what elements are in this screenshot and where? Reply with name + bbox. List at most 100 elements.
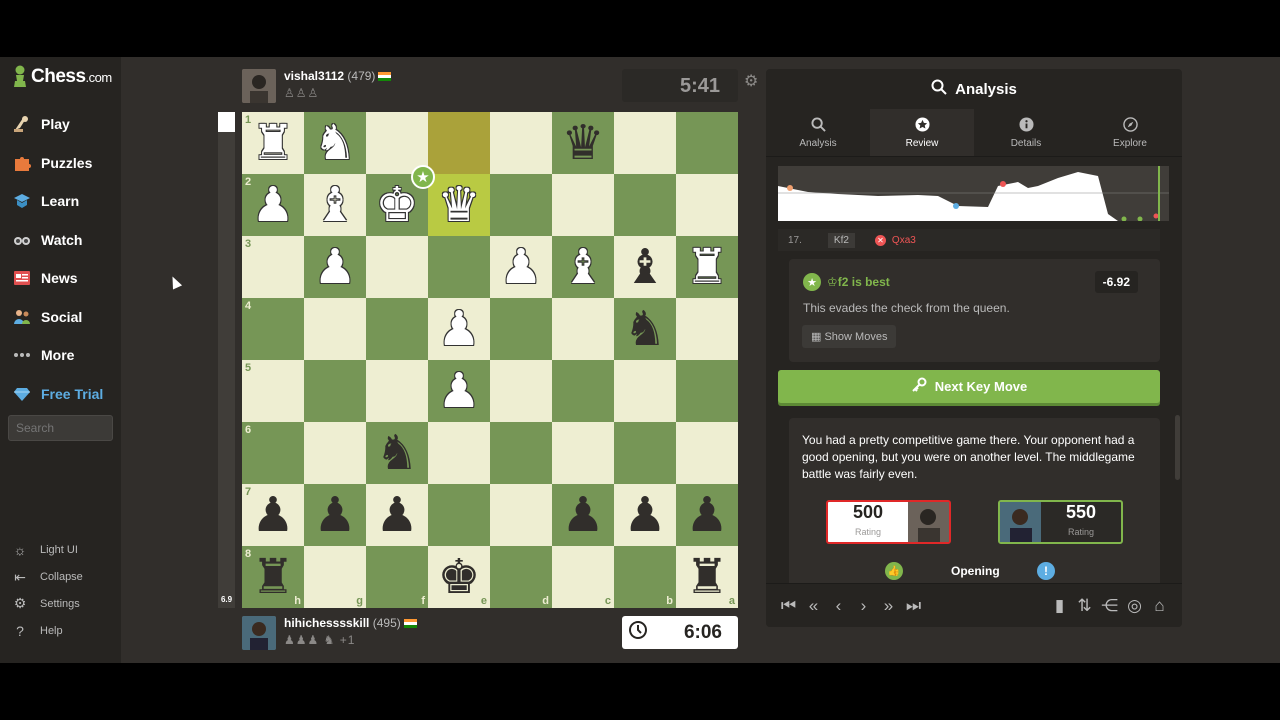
move-black[interactable]: ✕ Qxa3 bbox=[874, 234, 916, 246]
avatar[interactable] bbox=[242, 616, 276, 650]
chess-piece[interactable]: ♞ bbox=[304, 112, 366, 174]
target-icon[interactable]: ◎ bbox=[1122, 596, 1147, 616]
square-a4[interactable] bbox=[676, 298, 738, 360]
square-e8[interactable]: e ♚ bbox=[428, 546, 490, 608]
square-e6[interactable] bbox=[428, 422, 490, 484]
nav-watch[interactable]: Watch bbox=[0, 221, 121, 260]
square-f4[interactable] bbox=[366, 298, 428, 360]
evaluation-graph[interactable] bbox=[778, 166, 1169, 221]
move-white[interactable]: Kf2 bbox=[827, 232, 855, 248]
square-e1[interactable] bbox=[428, 112, 490, 174]
tab-analysis[interactable]: Analysis bbox=[766, 109, 870, 156]
next-move-icon[interactable]: › bbox=[851, 596, 876, 616]
chess-piece[interactable]: ♝ bbox=[614, 236, 676, 298]
first-move-icon[interactable]: ⏮ bbox=[776, 596, 801, 616]
square-e7[interactable] bbox=[428, 484, 490, 546]
square-c6[interactable] bbox=[552, 422, 614, 484]
next-key-move-button[interactable]: Next Key Move bbox=[778, 370, 1160, 403]
square-a3[interactable]: ♜ bbox=[676, 236, 738, 298]
square-h5[interactable]: 5 bbox=[242, 360, 304, 422]
square-h8[interactable]: 8 h ♜ bbox=[242, 546, 304, 608]
square-g6[interactable] bbox=[304, 422, 366, 484]
collapse-button[interactable]: ⇤ Collapse bbox=[0, 564, 121, 591]
show-moves-button[interactable]: ▦ Show Moves bbox=[802, 325, 897, 348]
square-e5[interactable]: ♟ bbox=[428, 360, 490, 422]
tab-details[interactable]: Details bbox=[974, 109, 1078, 156]
square-d8[interactable]: d bbox=[490, 546, 552, 608]
square-e3[interactable] bbox=[428, 236, 490, 298]
square-a7[interactable]: ♟ bbox=[676, 484, 738, 546]
nav-social[interactable]: Social bbox=[0, 298, 121, 337]
square-f5[interactable] bbox=[366, 360, 428, 422]
square-a8[interactable]: a ♜ bbox=[676, 546, 738, 608]
square-g7[interactable]: ♟ bbox=[304, 484, 366, 546]
square-d5[interactable] bbox=[490, 360, 552, 422]
chess-piece[interactable]: ♜ bbox=[676, 236, 738, 298]
square-b3[interactable]: ♝ bbox=[614, 236, 676, 298]
square-e2[interactable]: ♛ bbox=[428, 174, 490, 236]
chess-piece[interactable]: ♟ bbox=[552, 484, 614, 546]
square-c4[interactable] bbox=[552, 298, 614, 360]
chess-piece[interactable]: ♟ bbox=[428, 298, 490, 360]
panel-scrollbar[interactable] bbox=[1175, 415, 1180, 480]
square-d4[interactable] bbox=[490, 298, 552, 360]
nav-play[interactable]: Play bbox=[0, 105, 121, 144]
chess-piece[interactable]: ♜ bbox=[242, 546, 304, 608]
square-c1[interactable]: ♛ bbox=[552, 112, 614, 174]
square-e4[interactable]: ♟ bbox=[428, 298, 490, 360]
square-a2[interactable] bbox=[676, 174, 738, 236]
light-ui-toggle[interactable]: ☼ Light UI bbox=[0, 537, 121, 564]
chess-logo[interactable]: Chess .com bbox=[12, 65, 112, 89]
nav-puzzles[interactable]: Puzzles bbox=[0, 144, 121, 183]
chess-piece[interactable]: ♟ bbox=[676, 484, 738, 546]
chess-piece[interactable]: ♟ bbox=[242, 484, 304, 546]
bar-chart-icon[interactable]: ▮ bbox=[1047, 596, 1072, 616]
chess-piece[interactable]: ♞ bbox=[614, 298, 676, 360]
square-d3[interactable]: ♟ bbox=[490, 236, 552, 298]
square-b6[interactable] bbox=[614, 422, 676, 484]
chess-piece[interactable]: ♟ bbox=[614, 484, 676, 546]
square-g3[interactable]: ♟ bbox=[304, 236, 366, 298]
square-d7[interactable] bbox=[490, 484, 552, 546]
nav-free-trial[interactable]: Free Trial bbox=[0, 375, 121, 414]
square-g5[interactable] bbox=[304, 360, 366, 422]
square-d1[interactable] bbox=[490, 112, 552, 174]
search-input[interactable] bbox=[8, 415, 113, 441]
square-f6[interactable]: ♞ bbox=[366, 422, 428, 484]
chess-piece[interactable]: ♟ bbox=[366, 484, 428, 546]
square-h4[interactable]: 4 bbox=[242, 298, 304, 360]
chess-piece[interactable]: ♜ bbox=[676, 546, 738, 608]
chess-piece[interactable]: ♟ bbox=[242, 174, 304, 236]
square-d2[interactable] bbox=[490, 174, 552, 236]
square-b2[interactable] bbox=[614, 174, 676, 236]
chess-piece[interactable]: ♛ bbox=[552, 112, 614, 174]
square-c5[interactable] bbox=[552, 360, 614, 422]
chess-piece[interactable]: ♜ bbox=[242, 112, 304, 174]
square-c3[interactable]: ♝ bbox=[552, 236, 614, 298]
square-a5[interactable] bbox=[676, 360, 738, 422]
nav-learn[interactable]: Learn bbox=[0, 182, 121, 221]
chess-board[interactable]: 1 ♜ ♞ ♛ 2 ♟ ♝ ♚ ♛ 3 ♟ ♟ ♝ ♝ ♜ 4 ♟ ♞ 5 ♟ 6 ♞ 7 ♟ ♟ ♟ ♟ ♟ ♟ 8 h ♜ g f e ♚ d c b a… bbox=[242, 112, 738, 608]
square-d6[interactable] bbox=[490, 422, 552, 484]
chess-piece[interactable]: ♞ bbox=[366, 422, 428, 484]
fast-forward-icon[interactable]: » bbox=[876, 596, 901, 616]
tab-explore[interactable]: Explore bbox=[1078, 109, 1182, 156]
square-b4[interactable]: ♞ bbox=[614, 298, 676, 360]
square-g4[interactable] bbox=[304, 298, 366, 360]
square-a6[interactable] bbox=[676, 422, 738, 484]
square-h3[interactable]: 3 bbox=[242, 236, 304, 298]
nav-news[interactable]: News bbox=[0, 259, 121, 298]
square-c8[interactable]: c bbox=[552, 546, 614, 608]
square-h6[interactable]: 6 bbox=[242, 422, 304, 484]
chess-piece[interactable]: ♟ bbox=[490, 236, 552, 298]
share-icon[interactable]: ⋲ bbox=[1097, 596, 1122, 616]
bottom-player-name[interactable]: hihichesssskill bbox=[284, 616, 369, 630]
chess-piece[interactable]: ♟ bbox=[304, 484, 366, 546]
last-move-icon[interactable]: ⏭ bbox=[901, 596, 926, 616]
chess-piece[interactable]: ♝ bbox=[304, 174, 366, 236]
chess-piece[interactable]: ♝ bbox=[552, 236, 614, 298]
chess-piece[interactable]: ♚ bbox=[428, 546, 490, 608]
board-settings-icon[interactable]: ⚙ bbox=[744, 71, 758, 91]
square-b8[interactable]: b bbox=[614, 546, 676, 608]
square-g1[interactable]: ♞ bbox=[304, 112, 366, 174]
